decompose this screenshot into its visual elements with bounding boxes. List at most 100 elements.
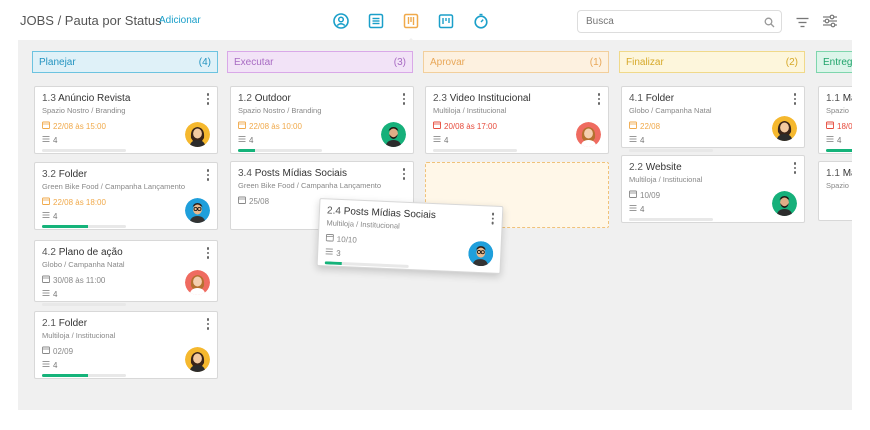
checklist-icon <box>42 289 50 299</box>
card-code: 2.2 <box>629 162 643 173</box>
avatar[interactable] <box>772 191 797 216</box>
card-title: 2.2 Website <box>629 162 797 173</box>
more-vertical-icon[interactable] <box>205 247 211 259</box>
column-header[interactable]: Planejar (4) <box>32 51 218 73</box>
job-card[interactable]: 1.1 Ma Spazio 18/0 4 <box>818 86 852 154</box>
column-header[interactable]: Executar (3) <box>227 51 413 73</box>
card-name: Website <box>645 162 682 173</box>
card-title: 3.4 Posts Mídias Sociais <box>238 168 406 179</box>
kanban-icon[interactable] <box>402 12 420 43</box>
card-code: 3.4 <box>238 168 252 179</box>
person-circle-icon[interactable] <box>332 12 350 30</box>
card-code: 1.1 <box>826 93 840 104</box>
card-title: 1.2 Outdoor <box>238 93 406 104</box>
card-progress-fill <box>42 225 89 228</box>
checklist-icon <box>826 135 834 145</box>
card-task-count-text: 3 <box>336 248 341 258</box>
card-code: 1.2 <box>238 93 252 104</box>
avatar[interactable] <box>185 198 210 223</box>
checklist-icon <box>325 247 333 257</box>
job-card[interactable]: 1.2 Outdoor Spazio Nostro / Branding 22/08… <box>230 86 414 154</box>
search-icon[interactable] <box>764 15 775 33</box>
avatar[interactable] <box>185 347 210 372</box>
checklist-icon <box>42 135 50 145</box>
list-icon[interactable] <box>367 12 385 30</box>
column-header[interactable]: Aprovar (1) <box>423 51 609 73</box>
card-task-count-text: 4 <box>837 135 842 145</box>
job-card[interactable]: 4.1 Folder Globo / Campanha Natal 22/08 4 <box>621 86 805 152</box>
more-vertical-icon[interactable] <box>205 318 211 330</box>
more-vertical-icon[interactable] <box>401 93 407 105</box>
filter-icon[interactable] <box>796 15 809 33</box>
card-name: Ma <box>842 93 852 104</box>
card-title: 4.2 Plano de ação <box>42 247 210 258</box>
avatar[interactable] <box>185 122 210 147</box>
card-code: 1.1 <box>826 168 840 179</box>
avatar[interactable] <box>576 122 601 147</box>
job-card[interactable]: 1.1 Ma Spazio <box>818 161 852 221</box>
avatar[interactable] <box>185 270 210 295</box>
calendar-small-icon <box>826 121 834 131</box>
card-progress-bar <box>629 218 713 221</box>
column-count: (4) <box>198 56 211 68</box>
card-due-date-text: 18/0 <box>837 121 852 131</box>
checklist-icon <box>629 204 637 214</box>
more-vertical-icon[interactable] <box>401 168 407 180</box>
job-card[interactable]: 2.1 Folder Multiloja / Institucional 02/09… <box>34 311 218 379</box>
job-card[interactable]: 4.2 Plano de ação Globo / Campanha Natal 3… <box>34 240 218 306</box>
card-name: Folder <box>58 318 88 329</box>
card-due-date-text: 10/09 <box>640 190 661 200</box>
card-progress-fill <box>324 261 342 266</box>
more-vertical-icon[interactable] <box>792 93 798 105</box>
card-due-date-text: 10/10 <box>336 234 358 245</box>
calendar-small-icon <box>42 197 50 207</box>
job-card[interactable]: 3.2 Folder Green Bike Food / Campanha Lan… <box>34 162 218 230</box>
dragging-card[interactable]: 2.4 Posts Mídias Sociais Multiloja / Inst… <box>316 198 504 274</box>
page-title: JOBS / Pauta por Status <box>20 13 162 28</box>
job-card[interactable]: 2.2 Website Multiloja / Institucional 10/0… <box>621 155 805 223</box>
card-title: 3.2 Folder <box>42 169 210 180</box>
top-bar: JOBS / Pauta por Status Adicionar <box>0 0 870 43</box>
card-progress-fill <box>238 149 255 152</box>
calendar-small-icon <box>325 233 334 243</box>
card-client: Globo / Campanha Natal <box>42 260 125 269</box>
more-vertical-icon[interactable] <box>205 93 211 105</box>
job-card[interactable]: 2.3 Video Institucional Multiloja / Insti… <box>425 86 609 154</box>
card-client: Green Bike Food / Campanha Lançamento <box>42 182 186 191</box>
card-client: Multiloja / Institucional <box>629 175 703 184</box>
card-title: 2.1 Folder <box>42 318 210 329</box>
more-vertical-icon[interactable] <box>596 93 602 105</box>
card-task-count-text: 4 <box>53 289 58 299</box>
more-vertical-icon[interactable] <box>490 212 496 225</box>
column-entrega: Entrega <box>816 51 852 73</box>
avatar[interactable] <box>381 122 406 147</box>
job-card[interactable]: 1.3 Anúncio Revista Spazio Nostro / Brand… <box>34 86 218 154</box>
add-link[interactable]: Adicionar <box>159 15 201 26</box>
search-input[interactable] <box>577 10 782 33</box>
checklist-icon <box>629 135 637 145</box>
more-vertical-icon[interactable] <box>205 169 211 181</box>
avatar[interactable] <box>772 116 797 141</box>
sliders-icon[interactable] <box>822 14 838 33</box>
column-header[interactable]: Finalizar (2) <box>619 51 805 73</box>
column-title: Entrega <box>823 56 852 68</box>
checklist-icon <box>433 135 441 145</box>
more-vertical-icon[interactable] <box>792 162 798 174</box>
card-progress-bar <box>42 374 126 377</box>
card-code: 4.2 <box>42 247 56 258</box>
calendar-small-icon <box>629 121 637 131</box>
card-title: 1.1 Ma <box>826 168 852 179</box>
column-count: (2) <box>785 56 798 68</box>
card-client: Multiloja / Institucional <box>42 331 116 340</box>
card-title: 1.1 Ma <box>826 93 852 104</box>
card-progress-bar <box>826 149 852 152</box>
column-title: Finalizar <box>626 56 664 68</box>
timer-icon[interactable] <box>472 12 490 30</box>
calendar-icon[interactable] <box>437 12 455 30</box>
column-header[interactable]: Entrega <box>816 51 852 73</box>
card-progress-bar <box>42 303 126 306</box>
calendar-small-icon <box>629 190 637 200</box>
card-progress-bar <box>42 149 126 152</box>
card-code: 3.2 <box>42 169 56 180</box>
column-count: (3) <box>393 56 406 68</box>
